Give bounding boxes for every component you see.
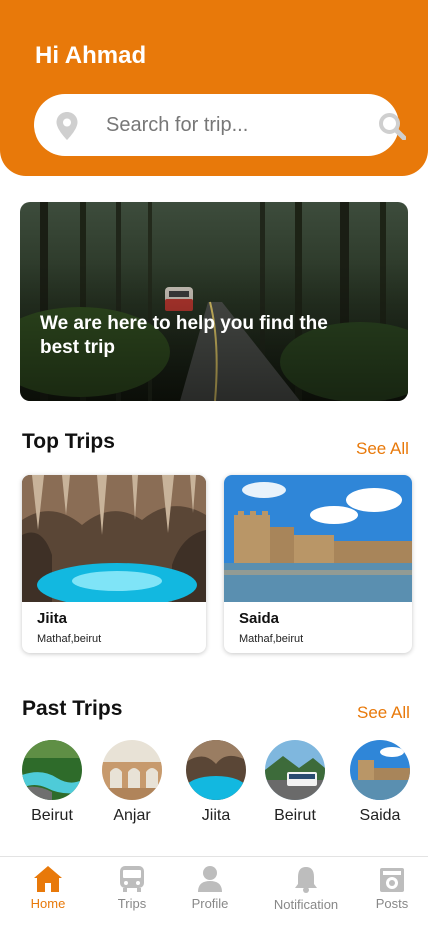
jiita-cave-image: [22, 475, 206, 602]
hero-banner[interactable]: We are here to help you find the best tr…: [20, 202, 408, 401]
nav-trips[interactable]: Trips: [114, 865, 150, 911]
past-trip-jiita-image: [186, 740, 246, 800]
person-icon: [198, 866, 222, 892]
past-trip-item[interactable]: Jiita: [185, 740, 247, 825]
bell-icon: [295, 867, 317, 893]
bus-icon: [120, 866, 144, 892]
nav-posts[interactable]: Posts: [372, 865, 412, 911]
header: Hi Ahmad: [0, 0, 428, 176]
trip-card-location: Mathaf,beirut: [37, 633, 102, 645]
search-input[interactable]: [106, 106, 336, 144]
nav-label: Trips: [117, 896, 147, 911]
past-trips-see-all-link[interactable]: See All: [357, 703, 410, 723]
saida-castle-image: [224, 475, 412, 602]
bottom-nav: Home Trips Profile Notification Posts: [0, 856, 428, 926]
search-icon[interactable]: [378, 112, 406, 140]
past-trip-item[interactable]: Beirut: [264, 740, 326, 825]
nav-label: Home: [30, 896, 66, 911]
past-trip-saida-image: [350, 740, 410, 800]
past-trip-beirut-river-image: [22, 740, 82, 800]
past-trip-label: Anjar: [113, 807, 151, 824]
past-trip-anjar-ruins-image: [102, 740, 162, 800]
top-trips-see-all-link[interactable]: See All: [356, 439, 409, 459]
trip-card-saida[interactable]: Saida Mathaf,beirut: [224, 475, 412, 653]
past-trip-label: Saida: [359, 807, 401, 824]
nav-profile[interactable]: Profile: [185, 865, 235, 911]
location-pin-icon: [56, 112, 78, 140]
past-trips-title: Past Trips: [22, 697, 123, 720]
trip-card-name: Saida: [239, 610, 280, 627]
greeting: Hi Ahmad: [35, 42, 147, 69]
past-trip-label: Beirut: [274, 807, 316, 824]
nav-home[interactable]: Home: [26, 865, 70, 911]
past-trip-item[interactable]: Beirut: [21, 740, 83, 825]
hero-forest-road-image: [20, 202, 408, 401]
past-trip-item[interactable]: Anjar: [101, 740, 163, 825]
past-trip-item[interactable]: Saida: [349, 740, 411, 825]
nav-notification[interactable]: Notification: [268, 865, 344, 912]
past-trip-label: Jiita: [201, 807, 231, 824]
trip-card-jiita[interactable]: Jiita Mathaf,beirut: [22, 475, 206, 653]
top-trips-title: Top Trips: [22, 430, 115, 453]
past-trip-label: Beirut: [31, 807, 73, 824]
hero-text: We are here to help you find the best tr…: [40, 313, 328, 358]
trip-card-name: Jiita: [37, 610, 68, 627]
nav-label: Profile: [191, 896, 229, 911]
posts-icon: [380, 868, 404, 892]
search-bar[interactable]: [34, 94, 406, 156]
nav-label: Posts: [375, 896, 409, 911]
nav-label: Notification: [273, 897, 339, 912]
trip-card-location: Mathaf,beirut: [239, 633, 304, 645]
home-icon: [34, 866, 62, 892]
past-trip-beirut-bus-image: [265, 740, 325, 800]
